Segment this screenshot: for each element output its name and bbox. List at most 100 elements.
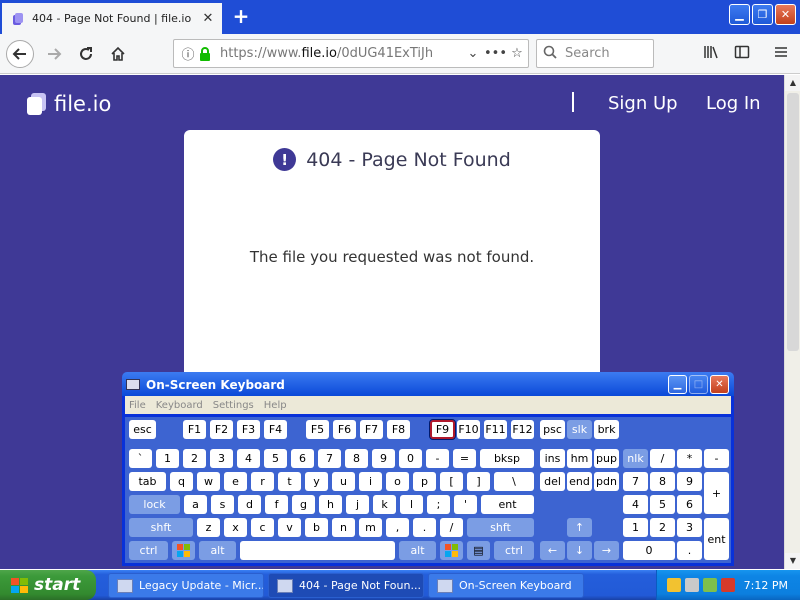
osk-key-3[interactable]: 3 <box>210 449 233 468</box>
reload-button[interactable] <box>72 40 100 68</box>
osk-key-F4[interactable]: F4 <box>264 420 287 439</box>
update-icon[interactable] <box>703 578 717 592</box>
osk-key-1[interactable]: 1 <box>156 449 179 468</box>
osk-key-61[interactable]: = <box>453 449 476 468</box>
security-shield-icon[interactable] <box>667 578 681 592</box>
osk-key-nlk[interactable]: nlk <box>623 449 648 468</box>
osk-key-m[interactable]: m <box>359 518 382 537</box>
osk-key-esc[interactable]: esc <box>129 420 156 439</box>
osk-key-k[interactable]: k <box>373 495 396 514</box>
osk-key-h[interactable]: h <box>319 495 342 514</box>
osk-key-F3[interactable]: F3 <box>237 420 260 439</box>
back-button[interactable] <box>6 40 34 68</box>
osk-key-ent[interactable]: ent <box>481 495 534 514</box>
menu-file[interactable]: File <box>129 400 146 411</box>
menu-help[interactable]: Help <box>264 400 287 411</box>
forward-button[interactable] <box>40 40 68 68</box>
osk-key-a[interactable]: a <box>184 495 207 514</box>
osk-key-47[interactable]: / <box>650 449 675 468</box>
osk-key-F1[interactable]: F1 <box>183 420 206 439</box>
osk-key-psc[interactable]: psc <box>540 420 565 439</box>
osk-key-ent[interactable]: ent <box>704 518 729 560</box>
osk-key-91[interactable]: [ <box>440 472 463 491</box>
osk-key-5[interactable]: 5 <box>264 449 287 468</box>
osk-key-ctrl[interactable]: ctrl <box>494 541 534 560</box>
osk-key-59[interactable]: ; <box>427 495 450 514</box>
osk-key-ins[interactable]: ins <box>540 449 565 468</box>
osk-key-bksp[interactable]: bksp <box>480 449 534 468</box>
osk-key-6[interactable]: 6 <box>677 495 702 514</box>
signup-link[interactable]: Sign Up <box>608 93 678 114</box>
osk-key-u[interactable]: u <box>332 472 355 491</box>
osk-key-menu[interactable]: ▤ <box>467 541 490 560</box>
osk-key-g[interactable]: g <box>292 495 315 514</box>
osk-key-o[interactable]: o <box>386 472 409 491</box>
osk-key-2[interactable]: 2 <box>183 449 206 468</box>
osk-key-7[interactable]: 7 <box>318 449 341 468</box>
osk-key-z[interactable]: z <box>197 518 220 537</box>
scroll-down-icon[interactable]: ▼ <box>785 553 800 569</box>
sidebar-icon[interactable] <box>730 44 754 64</box>
scroll-up-icon[interactable]: ▲ <box>785 75 800 91</box>
osk-key-2[interactable]: 2 <box>650 518 675 537</box>
osk-key-lock[interactable]: lock <box>129 495 180 514</box>
osk-key-t[interactable]: t <box>278 472 301 491</box>
osk-key-7[interactable]: 7 <box>623 472 648 491</box>
start-button[interactable]: start <box>0 570 96 600</box>
menu-settings[interactable]: Settings <box>213 400 254 411</box>
new-tab-icon[interactable]: + <box>232 6 250 26</box>
osk-key-8593[interactable]: ↑ <box>567 518 592 537</box>
osk-key-F7[interactable]: F7 <box>360 420 383 439</box>
vertical-scrollbar[interactable]: ▲ ▼ <box>784 75 800 569</box>
library-icon[interactable] <box>699 44 723 64</box>
osk-key-ctrl[interactable]: ctrl <box>129 541 168 560</box>
osk-key-pdn[interactable]: pdn <box>594 472 619 491</box>
osk-key-end[interactable]: end <box>567 472 592 491</box>
osk-key-8595[interactable]: ↓ <box>567 541 592 560</box>
osk-key-p[interactable]: p <box>413 472 436 491</box>
osk-key-r[interactable]: r <box>251 472 274 491</box>
osk-key-F2[interactable]: F2 <box>210 420 233 439</box>
login-link[interactable]: Log In <box>706 93 761 114</box>
osk-key-s[interactable]: s <box>211 495 234 514</box>
menu-keyboard[interactable]: Keyboard <box>156 400 203 411</box>
more-actions-icon[interactable]: ••• <box>484 46 507 61</box>
osk-key-tab[interactable]: tab <box>129 472 166 491</box>
osk-key-4[interactable]: 4 <box>623 495 648 514</box>
hamburger-menu-icon[interactable] <box>769 44 793 64</box>
close-button[interactable]: ✕ <box>775 4 796 25</box>
osk-key-F12[interactable]: F12 <box>511 420 534 439</box>
osk-key-0[interactable]: 0 <box>399 449 422 468</box>
osk-key-0[interactable]: 0 <box>623 541 675 560</box>
osk-key-39[interactable]: ' <box>454 495 477 514</box>
osk-key-shft[interactable]: shft <box>467 518 534 537</box>
osk-key-windows[interactable] <box>440 541 463 560</box>
osk-key-47[interactable]: / <box>440 518 463 537</box>
osk-key-46[interactable]: . <box>677 541 702 560</box>
osk-key-shft[interactable]: shft <box>129 518 193 537</box>
osk-key-5[interactable]: 5 <box>650 495 675 514</box>
osk-key-hm[interactable]: hm <box>567 449 592 468</box>
osk-key-del[interactable]: del <box>540 472 565 491</box>
osk-key-v[interactable]: v <box>278 518 301 537</box>
osk-close-button[interactable]: ✕ <box>710 375 729 394</box>
osk-key-space[interactable] <box>240 541 395 560</box>
osk-key-alt[interactable]: alt <box>399 541 436 560</box>
osk-key-brk[interactable]: brk <box>594 420 619 439</box>
site-info-icon[interactable]: ⓘ <box>178 44 198 63</box>
osk-key-93[interactable]: ] <box>467 472 490 491</box>
osk-key-q[interactable]: q <box>170 472 193 491</box>
chevron-down-icon[interactable]: ⌄ <box>462 46 484 61</box>
alert-shield-icon[interactable] <box>721 578 735 592</box>
osk-key-45[interactable]: - <box>704 449 729 468</box>
osk-key-y[interactable]: y <box>305 472 328 491</box>
osk-key-alt[interactable]: alt <box>199 541 236 560</box>
osk-key-9[interactable]: 9 <box>372 449 395 468</box>
scrollbar-thumb[interactable] <box>787 93 799 351</box>
osk-key-d[interactable]: d <box>238 495 261 514</box>
osk-key-42[interactable]: * <box>677 449 702 468</box>
osk-key-e[interactable]: e <box>224 472 247 491</box>
osk-key-6[interactable]: 6 <box>291 449 314 468</box>
osk-key-F8[interactable]: F8 <box>387 420 410 439</box>
osk-key-f[interactable]: f <box>265 495 288 514</box>
